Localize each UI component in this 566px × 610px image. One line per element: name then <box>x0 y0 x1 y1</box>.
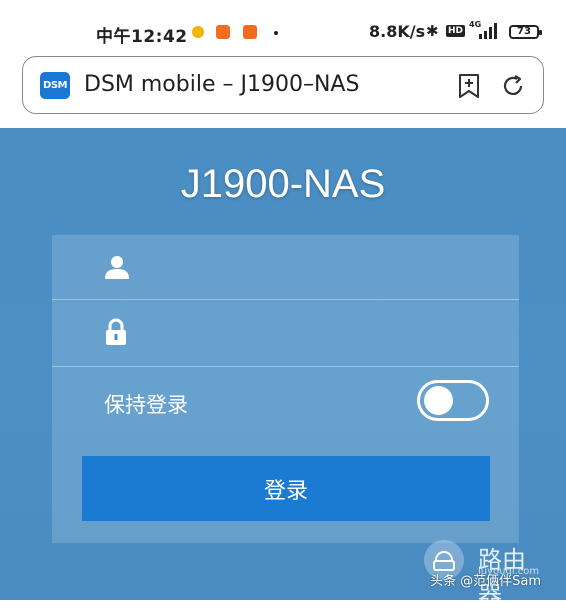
dot-icon <box>274 31 278 35</box>
toggle-knob <box>424 386 453 415</box>
status-bar: 中午12:42 8.8K/s ✱ HD 4G 73 <box>0 0 566 50</box>
app-notification-icon <box>243 25 257 39</box>
login-form: 保持登录 登录 <box>52 235 519 543</box>
password-row <box>52 300 519 367</box>
watermark-author: 头条 @范俩伴Sam <box>430 574 542 589</box>
lock-icon <box>105 318 129 345</box>
app-notification-icon <box>216 25 230 39</box>
reload-icon[interactable] <box>500 73 526 99</box>
bluetooth-icon: ✱ <box>426 22 439 40</box>
username-row <box>52 235 519 300</box>
remember-me-label: 保持登录 <box>104 393 188 417</box>
username-input[interactable] <box>142 247 486 289</box>
password-input[interactable] <box>142 312 486 354</box>
page-title[interactable]: DSM mobile – J1900–NAS <box>84 72 359 97</box>
nas-name-heading: J1900-NAS <box>180 162 386 206</box>
signal-icon: 4G <box>469 20 499 40</box>
network-speed: 8.8K/s <box>369 22 426 41</box>
login-page: J1900-NAS 保持登录 登录 <box>0 128 566 600</box>
site-favicon: DSM <box>40 72 70 99</box>
remember-me-toggle[interactable] <box>417 380 489 421</box>
login-button[interactable]: 登录 <box>82 456 490 521</box>
user-icon <box>105 255 129 281</box>
status-time: 中午12:42 <box>96 27 188 47</box>
app-notification-icon <box>192 26 204 38</box>
hd-icon: HD <box>446 25 466 37</box>
battery-icon: 73 <box>509 25 542 39</box>
bookmark-add-icon[interactable] <box>457 73 481 99</box>
address-bar[interactable]: DSM DSM mobile – J1900–NAS <box>22 56 544 114</box>
